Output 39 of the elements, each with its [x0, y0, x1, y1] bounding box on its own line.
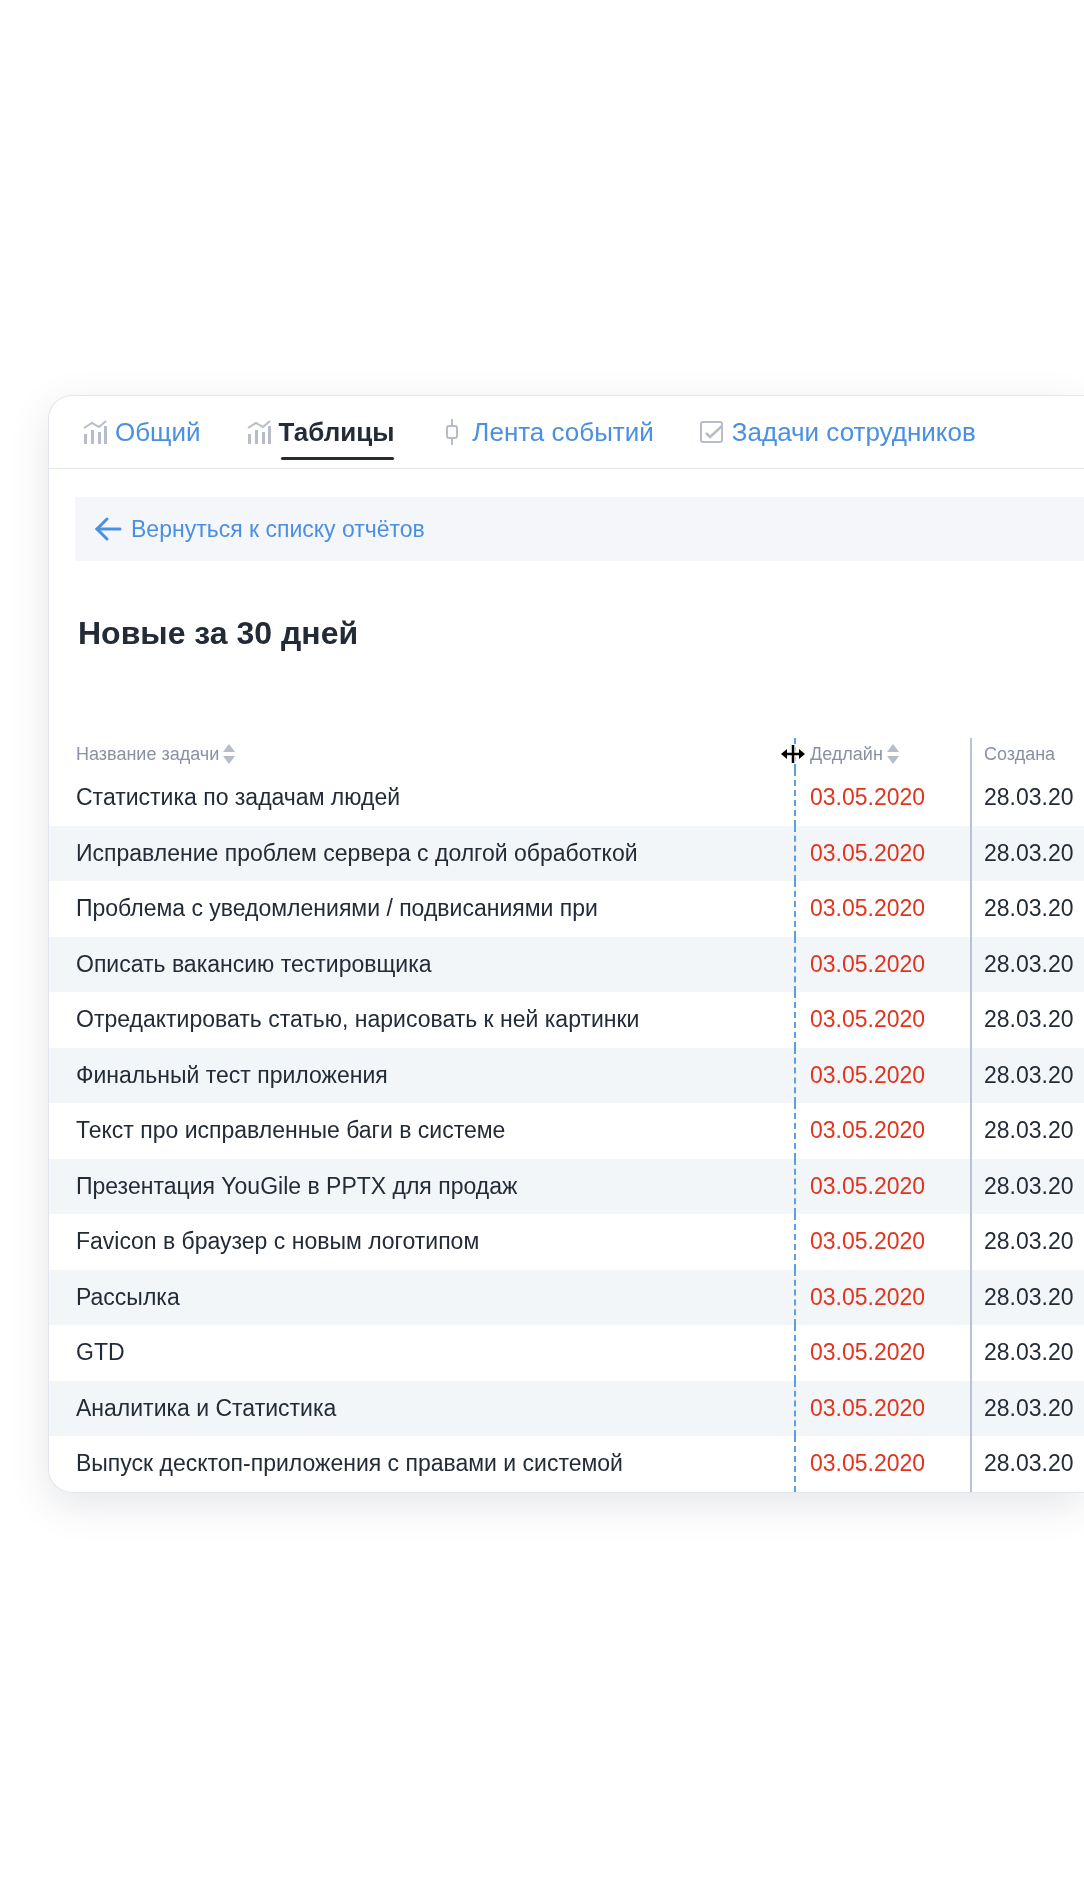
task-name-cell-text: Описать вакансию тестировщика	[75, 949, 433, 979]
report-title: Новые за 30 дней	[78, 615, 360, 652]
created-cell: 28.03.20	[970, 1158, 1084, 1214]
deadline-cell: 03.05.2020	[794, 825, 970, 881]
task-name-cell-text: Исправление проблем сервера с долгой обработкой	[75, 838, 639, 868]
created-cell: 28.03.20	[970, 825, 1084, 881]
tab[interactable]: Задачи сотрудников	[697, 416, 976, 448]
task-name-cell-text: Аналитика и Статистика	[75, 1393, 338, 1423]
checkbox-icon	[697, 418, 726, 446]
task-name-cell-text: Финальный тест приложения	[75, 1060, 389, 1090]
back-link[interactable]: Вернуться к списку отчётов	[75, 497, 1084, 561]
deadline-cell: 03.05.2020	[794, 1269, 970, 1325]
task-name-cell-text: Проблема с уведомлениями / подвисаниями при	[75, 894, 599, 924]
task-name-cell-text: Выпуск десктоп-приложения с правами и системой	[75, 1449, 624, 1479]
deadline-cell: 03.05.2020	[794, 1047, 970, 1103]
created-cell: 28.03.20	[970, 1436, 1084, 1492]
task-name-cell-text: Статистика по задачам людей	[75, 783, 402, 813]
created-cell: 28.03.20	[970, 936, 1084, 992]
deadline-cell: 03.05.2020	[794, 1380, 970, 1436]
chart-icon	[81, 418, 109, 446]
sort-icon[interactable]	[886, 743, 899, 765]
deadline-cell: 03.05.2020	[794, 1158, 970, 1214]
column-header[interactable]: Дедлайн	[794, 738, 970, 770]
task-name-cell-text: Презентация YouGile в PPTX для продаж	[75, 1171, 519, 1201]
task-name-cell-text: Рассылка	[75, 1282, 181, 1312]
task-name-cell-text: Отредактировать статью, нарисовать к ней картинки	[75, 1005, 641, 1035]
column-header[interactable]: Создана	[970, 738, 1084, 770]
deadline-cell: 03.05.2020	[794, 936, 970, 992]
tab[interactable]: Лента событий	[438, 416, 654, 448]
tab[interactable]: Общий	[81, 416, 201, 448]
column-header[interactable]: Название задачи	[49, 738, 794, 770]
sort-icon[interactable]	[223, 743, 236, 765]
task-name-cell-text: Favicon в браузер с новым логотипом	[75, 1227, 481, 1257]
deadline-cell: 03.05.2020	[794, 1436, 970, 1492]
created-cell: 28.03.20	[970, 1269, 1084, 1325]
task-name-cell-text: Текст про исправленные баги в системе	[75, 1116, 507, 1146]
created-cell: 28.03.20	[970, 1380, 1084, 1436]
created-cell: 28.03.20	[970, 1047, 1084, 1103]
task-name-cell-text: GTD	[75, 1338, 126, 1368]
